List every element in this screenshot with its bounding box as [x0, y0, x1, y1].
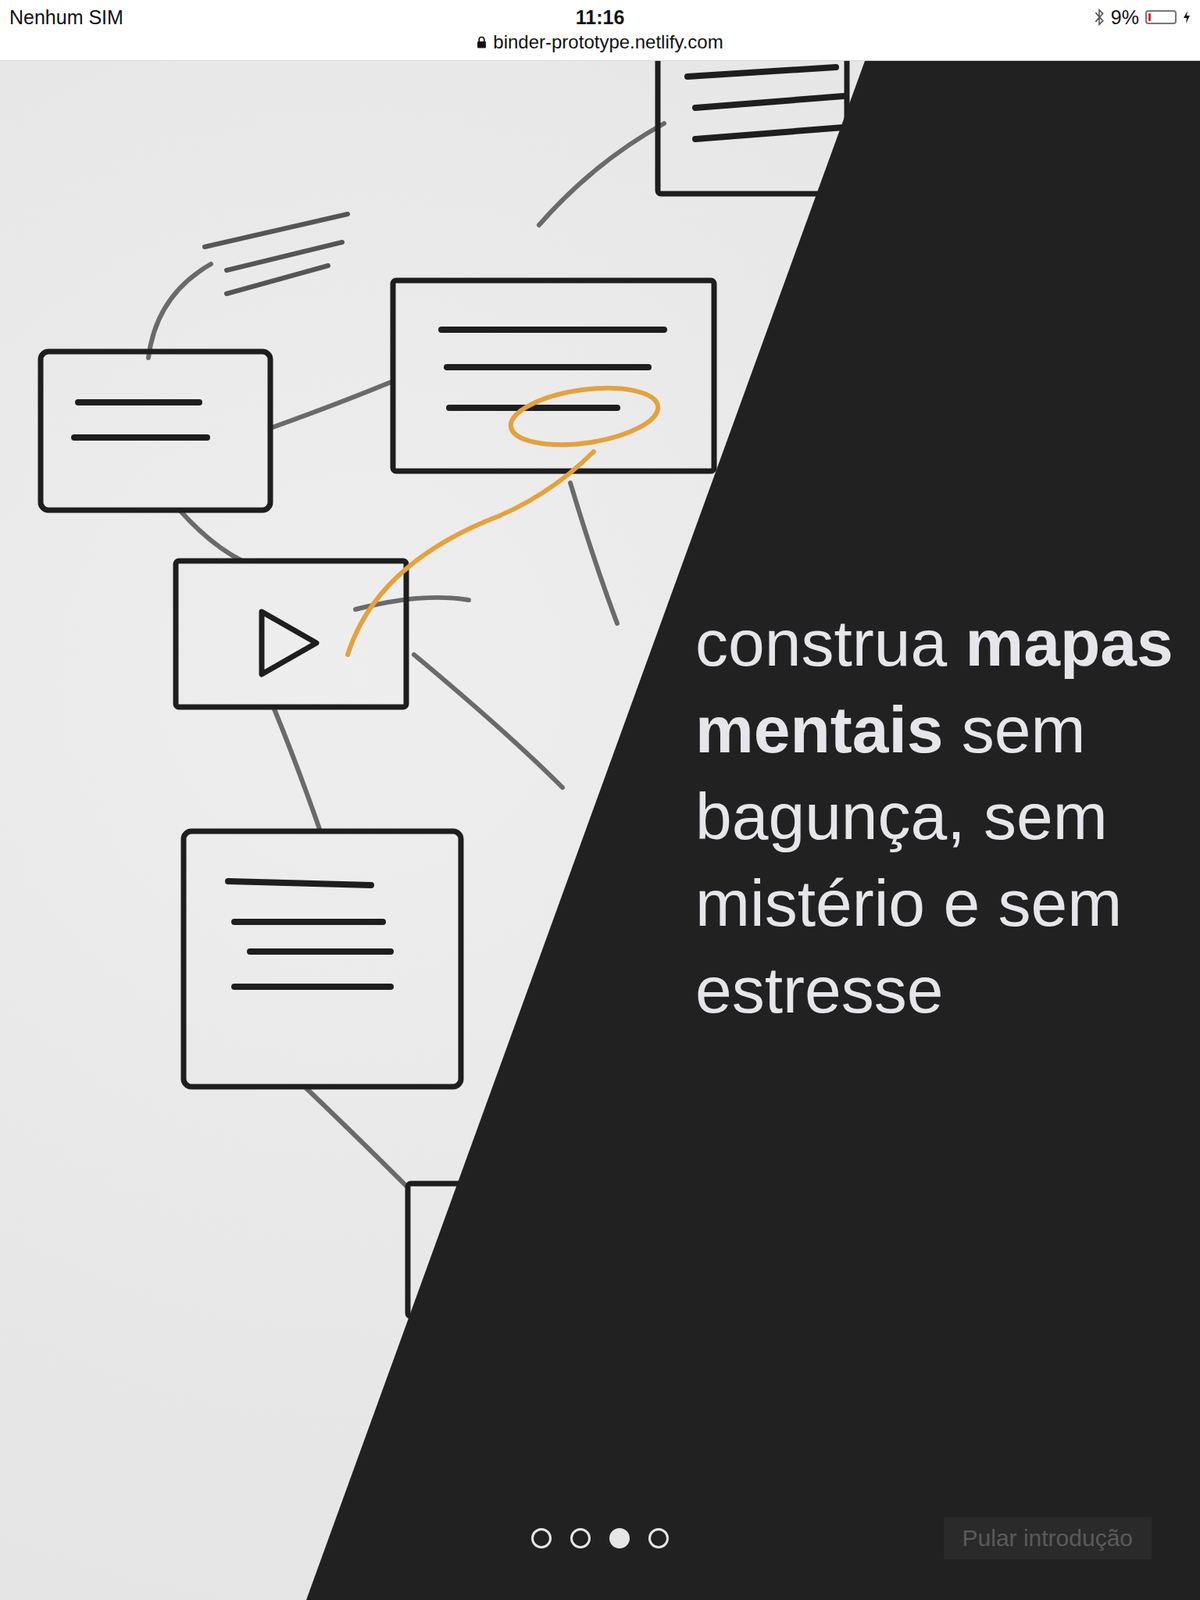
sketch-link: [414, 654, 563, 788]
sketch-link: [179, 510, 243, 561]
screen: Nenhum SIM11:16 9% binder-prototype.netlif…: [0, 0, 1200, 1600]
battery-icon: [1145, 10, 1177, 25]
sketch-text-line: [74, 434, 208, 441]
sketch-link: [539, 123, 665, 225]
intro-slide: construa mapas mentais sem bagunça, sem …: [0, 60, 1200, 1600]
slide-footer: Pular introdução: [0, 1517, 1200, 1560]
highlight-link: [347, 451, 594, 655]
sketch-card: [392, 280, 715, 472]
sketch-card: [183, 831, 461, 1087]
status-right: 9%: [1093, 6, 1191, 29]
pagination-dot[interactable]: [570, 1528, 591, 1549]
pagination-dot[interactable]: [609, 1528, 630, 1549]
sketch-link: [570, 482, 618, 624]
sketch-text-line: [234, 918, 383, 925]
charging-icon: [1182, 10, 1191, 24]
sketch-card: [40, 351, 271, 511]
carrier-label: Nenhum SIM: [9, 6, 576, 29]
sketch-text-line: [78, 399, 200, 406]
sketch-note-line: [226, 265, 329, 294]
sketch-text-line: [234, 983, 391, 990]
sketch-text-line: [695, 127, 844, 140]
pagination-dot[interactable]: [531, 1528, 552, 1549]
sketch-link: [270, 381, 393, 429]
address-bar[interactable]: binder-prototype.netlify.com: [9, 31, 1191, 54]
dark-panel: construa mapas mentais sem bagunça, sem …: [0, 60, 1200, 1600]
pagination-dot[interactable]: [648, 1528, 669, 1549]
lock-icon: [476, 35, 487, 49]
bluetooth-icon: [1093, 7, 1105, 27]
skip-intro-button[interactable]: Pular introdução: [943, 1517, 1152, 1560]
headline: construa mapas mentais sem bagunça, sem …: [695, 600, 1188, 1600]
status-bar: Nenhum SIM11:16 9% binder-prototype.netlif…: [0, 0, 1200, 61]
sketch-card: [657, 60, 847, 194]
sketch-text-line: [228, 881, 372, 886]
sketch-note-line: [204, 214, 348, 247]
play-icon: [261, 611, 317, 675]
sketch-link: [304, 1086, 407, 1186]
battery-percent: 9%: [1110, 6, 1140, 29]
sketch-text-line: [250, 948, 391, 955]
status-row: Nenhum SIM11:16 9%: [9, 3, 1191, 32]
sketch-link: [273, 707, 321, 832]
sketch-text-line: [687, 67, 836, 77]
headline-segment: construa: [695, 606, 966, 680]
pagination: [531, 1528, 669, 1549]
sketch-card: [175, 560, 407, 708]
sketch-text-line: [441, 326, 665, 333]
highlight-circle: [507, 379, 662, 454]
sketch-text-line: [695, 96, 844, 108]
sketch-text-line: [446, 364, 649, 371]
sketch-link: [148, 264, 211, 358]
url-text: binder-prototype.netlify.com: [492, 31, 723, 54]
battery-fill: [1148, 13, 1151, 22]
clock: 11:16: [575, 6, 625, 29]
